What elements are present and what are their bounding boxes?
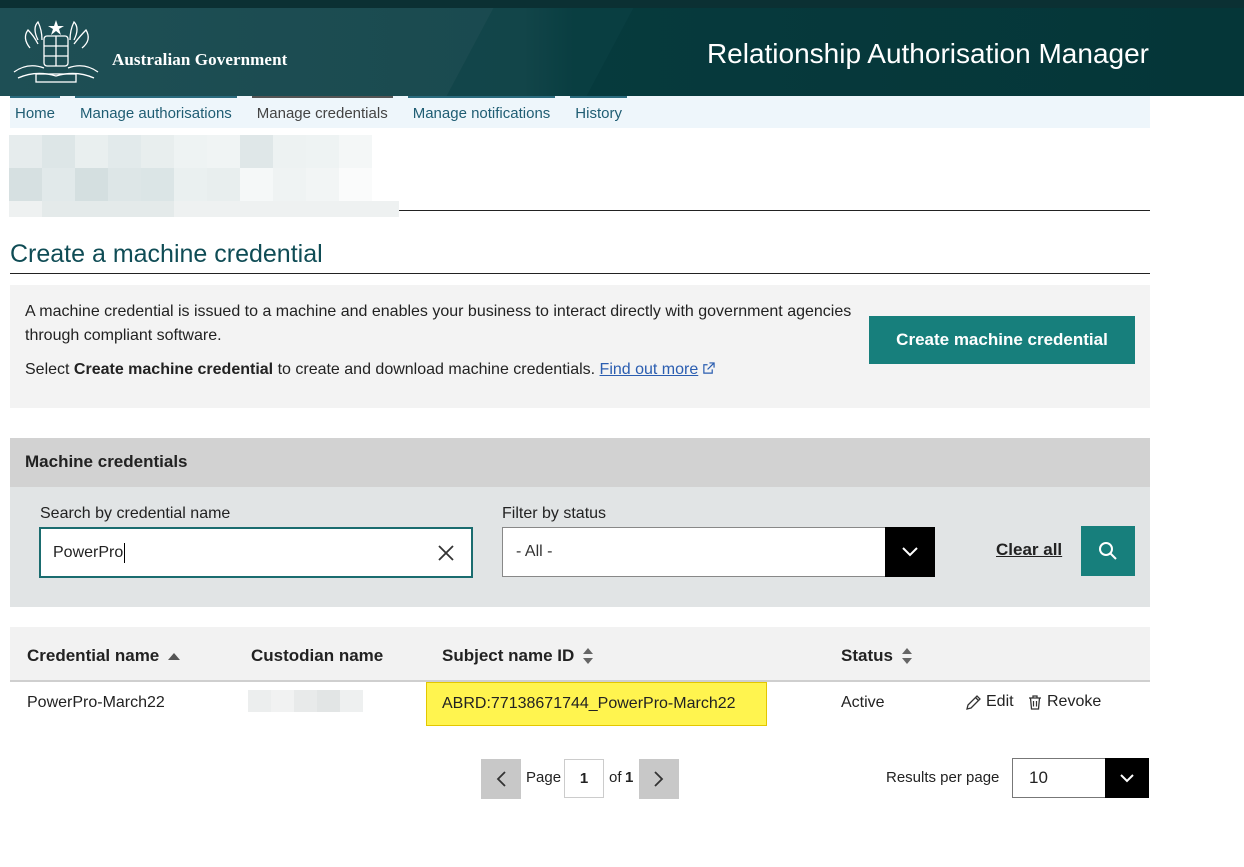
find-out-more-link[interactable]: Find out more	[600, 361, 716, 378]
page-number-input[interactable]: 1	[564, 759, 604, 798]
column-status[interactable]: Status	[841, 646, 913, 666]
find-out-more-label: Find out more	[599, 361, 699, 378]
chevron-down-icon[interactable]	[1105, 758, 1149, 798]
chevron-right-icon	[654, 771, 664, 787]
redacted-custodian-name	[248, 690, 363, 712]
instruction-bold-text: Create machine credential	[73, 361, 274, 378]
nav-item-history[interactable]: History	[570, 96, 627, 128]
edit-button[interactable]: Edit	[965, 693, 1014, 711]
header-decorative-band	[446, 8, 634, 96]
status-cell: Active	[841, 694, 885, 711]
app-title: Relationship Authorisation Manager	[706, 38, 1149, 69]
coat-of-arms-icon	[13, 20, 99, 83]
revoke-label: Revoke	[1047, 693, 1102, 710]
external-link-icon	[703, 362, 715, 374]
column-label: Status	[841, 646, 893, 665]
info-panel: A machine credential is issued to a mach…	[10, 285, 1150, 408]
results-per-page-select[interactable]: 10	[1012, 758, 1149, 798]
results-per-page-label: Results per page	[886, 769, 1000, 786]
column-subject-name-id[interactable]: Subject name ID	[442, 646, 594, 666]
status-filter-select[interactable]: - All -	[502, 527, 935, 577]
divider	[399, 210, 1150, 211]
total-pages: 1	[625, 769, 634, 786]
nav-item-manage-authorisations[interactable]: Manage authorisations	[75, 96, 237, 128]
table-row: PowerPro-March22 ABRD:77138671744_PowerP…	[10, 682, 1150, 727]
search-button[interactable]	[1081, 526, 1135, 576]
table-header: Credential name Custodian name Subject n…	[10, 627, 1150, 682]
credential-name-cell: PowerPro-March22	[27, 694, 165, 711]
main-navigation: Home Manage authorisations Manage creden…	[10, 96, 1150, 128]
chevron-down-icon[interactable]	[885, 527, 935, 577]
previous-page-button[interactable]	[481, 759, 521, 799]
column-label: Subject name ID	[442, 646, 575, 665]
instruction-text: to create and download machine credentia…	[273, 361, 600, 378]
sort-icon	[901, 648, 912, 664]
credential-filters: Search by credential name PowerPro Filte…	[10, 487, 1150, 607]
nav-item-manage-notifications[interactable]: Manage notifications	[407, 96, 556, 128]
info-instructions: Select Create machine credential to crea…	[25, 358, 715, 382]
redacted-business-name	[9, 135, 399, 217]
trash-icon	[1029, 694, 1041, 710]
create-machine-credential-button[interactable]: Create machine credential	[869, 316, 1135, 364]
machine-credentials-heading: Machine credentials	[10, 438, 1150, 487]
chevron-left-icon	[496, 771, 506, 787]
page-label: Page	[526, 769, 562, 786]
sort-icon	[583, 648, 594, 664]
search-icon	[1099, 542, 1117, 560]
credential-search-input[interactable]: PowerPro	[39, 527, 473, 578]
search-label: Search by credential name	[40, 505, 231, 522]
nav-item-manage-credentials[interactable]: Manage credentials	[251, 96, 393, 128]
pencil-icon	[966, 694, 981, 710]
nav-item-home[interactable]: Home	[10, 96, 61, 128]
next-page-button[interactable]	[639, 759, 679, 799]
subject-name-id-cell: ABRD:77138671744_PowerPro-March22	[426, 682, 767, 726]
results-per-page-value: 10	[1029, 768, 1048, 787]
site-header: Australian Government Relationship Autho…	[0, 8, 1244, 96]
filter-label: Filter by status	[502, 505, 607, 522]
text-cursor	[124, 542, 126, 563]
page-title: Create a machine credential	[10, 240, 323, 268]
of-label: of	[609, 769, 622, 786]
column-credential-name[interactable]: Credential name	[27, 646, 181, 666]
clear-all-link[interactable]: Clear all	[996, 540, 1062, 560]
edit-label: Edit	[986, 693, 1014, 710]
status-filter-value: - All -	[516, 543, 553, 560]
sort-ascending-icon	[168, 653, 181, 660]
clear-search-icon[interactable]	[437, 544, 455, 562]
revoke-button[interactable]: Revoke	[1027, 693, 1101, 711]
column-label: Credential name	[27, 646, 160, 665]
instruction-text: Select	[25, 361, 74, 378]
column-custodian-name: Custodian name	[251, 646, 383, 666]
search-value: PowerPro	[53, 543, 124, 561]
column-label: Custodian name	[251, 646, 384, 665]
info-description: A machine credential is issued to a mach…	[25, 303, 852, 344]
top-utility-strip	[0, 0, 1244, 8]
government-name: Australian Government	[112, 50, 288, 69]
divider	[10, 273, 1150, 274]
